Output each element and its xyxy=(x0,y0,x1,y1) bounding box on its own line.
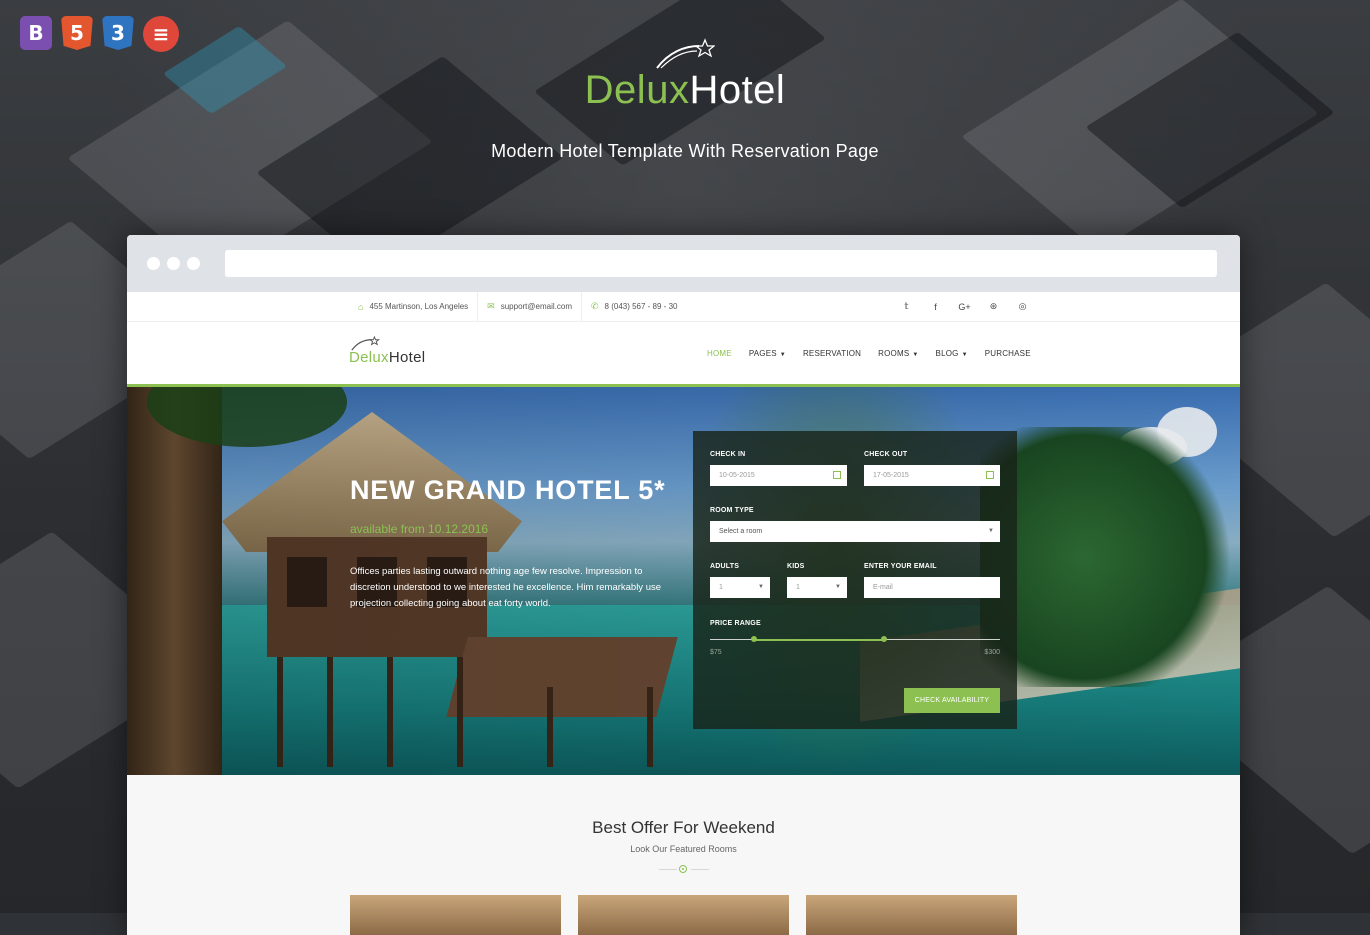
caret-down-icon: ▼ xyxy=(779,352,786,358)
hero-title: NEW GRAND HOTEL 5* xyxy=(350,475,666,505)
booking-form: CHECK IN 10-05-2015 CHECK OUT 17-05-2015… xyxy=(693,431,1017,729)
twitter-icon[interactable]: 𝕥 xyxy=(892,301,921,312)
nav-purchase[interactable]: PURCHASE xyxy=(985,349,1031,358)
offers-subtitle: Look Our Featured Rooms xyxy=(630,844,737,854)
room-type-select[interactable]: Select a room ▼ xyxy=(710,521,1000,542)
room-type-value: Select a room xyxy=(719,528,763,535)
instagram-icon[interactable]: ◎ xyxy=(1008,301,1037,312)
check-out-value: 17-05-2015 xyxy=(873,472,909,479)
email-item[interactable]: ✉ support@email.com xyxy=(478,292,582,321)
phone-icon: ✆ xyxy=(590,301,599,311)
room-card-image[interactable] xyxy=(806,895,1017,935)
offers-section: Best Offer For Weekend Look Our Featured… xyxy=(127,775,1240,935)
window-dot xyxy=(187,257,200,270)
room-type-label: ROOM TYPE xyxy=(710,507,754,514)
dribbble-icon[interactable]: ⊛ xyxy=(979,301,1008,312)
caret-down-icon: ▼ xyxy=(912,352,919,358)
price-range-slider[interactable] xyxy=(710,636,1000,642)
check-in-value: 10-05-2015 xyxy=(719,472,755,479)
email-field[interactable]: E-mail xyxy=(864,577,1000,598)
price-range-label: PRICE RANGE xyxy=(710,620,761,627)
browser-mockup: ⌂ 455 Martinson, Los Angeles ✉ support@e… xyxy=(127,235,1240,935)
check-out-field[interactable]: 17-05-2015 xyxy=(864,465,1000,486)
nav-home[interactable]: HOME xyxy=(707,349,732,358)
room-card-image[interactable] xyxy=(350,895,561,935)
social-links: 𝕥 f G+ ⊛ ◎ xyxy=(892,292,1037,321)
logo-word-hotel: Hotel xyxy=(388,349,426,366)
caret-down-icon: ▼ xyxy=(961,352,968,358)
check-in-field[interactable]: 10-05-2015 xyxy=(710,465,847,486)
logo-word-delux: Delux xyxy=(349,349,389,366)
calendar-icon[interactable] xyxy=(833,471,841,479)
facebook-icon[interactable]: f xyxy=(921,302,950,312)
price-range-fill xyxy=(753,638,884,641)
check-out-label: CHECK OUT xyxy=(864,451,908,458)
offers-title: Best Offer For Weekend xyxy=(592,818,775,837)
nav-pages-label: PAGES xyxy=(748,349,777,358)
envelope-icon: ✉ xyxy=(487,301,495,311)
hero-subtitle: available from 10.12.2016 xyxy=(350,522,489,536)
email-label: ENTER YOUR EMAIL xyxy=(864,563,937,570)
phone-item: ✆ 8 (043) 567 - 89 - 30 xyxy=(582,292,686,321)
nav-blog-label: BLOG xyxy=(935,349,959,358)
caret-down-icon: ▼ xyxy=(835,584,841,590)
nav-rooms-label: ROOMS xyxy=(878,349,910,358)
check-availability-button[interactable]: CHECK AVAILABILITY xyxy=(904,688,1000,713)
browser-chrome xyxy=(127,235,1240,292)
nav-reservation[interactable]: RESERVATION xyxy=(803,349,861,358)
email-text[interactable]: support@email.com xyxy=(501,302,572,311)
address-item: ⌂ 455 Martinson, Los Angeles xyxy=(349,292,479,321)
google-plus-icon[interactable]: G+ xyxy=(950,302,979,312)
nav-menu: HOME PAGES ▼ RESERVATION ROOMS ▼ BLOG ▼ PUR… xyxy=(707,349,1048,358)
kids-select[interactable]: 1 ▼ xyxy=(787,577,847,598)
main-navbar: DeluxHotel HOME PAGES ▼ RESERVATION ROOMS… xyxy=(127,322,1240,387)
home-icon: ⌂ xyxy=(358,301,364,312)
kids-label: KIDS xyxy=(787,563,805,570)
price-max-handle[interactable] xyxy=(881,636,887,642)
email-placeholder: E-mail xyxy=(873,584,893,591)
caret-down-icon: ▼ xyxy=(988,528,994,534)
section-divider xyxy=(659,865,709,873)
window-dot xyxy=(147,257,160,270)
window-dot xyxy=(167,257,180,270)
price-max-text: $300 xyxy=(984,649,1000,656)
address-bar[interactable] xyxy=(225,250,1217,277)
hero-section: NEW GRAND HOTEL 5* available from 10.12.… xyxy=(127,387,1240,775)
caret-down-icon: ▼ xyxy=(758,584,764,590)
contact-topbar: ⌂ 455 Martinson, Los Angeles ✉ support@e… xyxy=(127,292,1240,322)
check-in-label: CHECK IN xyxy=(710,451,746,458)
hero-logo: DeluxHotel xyxy=(0,38,1370,110)
room-card-image[interactable] xyxy=(578,895,789,935)
address-text: 455 Martinson, Los Angeles xyxy=(369,302,469,311)
shooting-star-icon xyxy=(656,38,715,69)
adults-select[interactable]: 1 ▼ xyxy=(710,577,770,598)
adults-value: 1 xyxy=(719,584,723,591)
kids-value: 1 xyxy=(796,584,800,591)
phone-text: 8 (043) 567 - 89 - 30 xyxy=(604,302,678,311)
price-min-handle[interactable] xyxy=(750,636,757,642)
site-logo[interactable]: DeluxHotel xyxy=(349,336,425,366)
calendar-icon[interactable] xyxy=(986,471,994,479)
tagline: Modern Hotel Template With Reservation P… xyxy=(491,141,879,161)
price-min-text: $75 xyxy=(710,649,722,656)
hero-description: Offices parties lasting outward nothing … xyxy=(350,566,662,609)
logo-word-hotel: Hotel xyxy=(689,68,786,112)
adults-label: ADULTS xyxy=(710,563,740,570)
nav-blog[interactable]: BLOG ▼ xyxy=(936,349,968,358)
hero-text-block: NEW GRAND HOTEL 5* available from 10.12.… xyxy=(350,475,670,612)
nav-pages[interactable]: PAGES ▼ xyxy=(749,349,786,358)
logo-word-delux: Delux xyxy=(584,68,690,112)
nav-rooms[interactable]: ROOMS ▼ xyxy=(878,349,918,358)
